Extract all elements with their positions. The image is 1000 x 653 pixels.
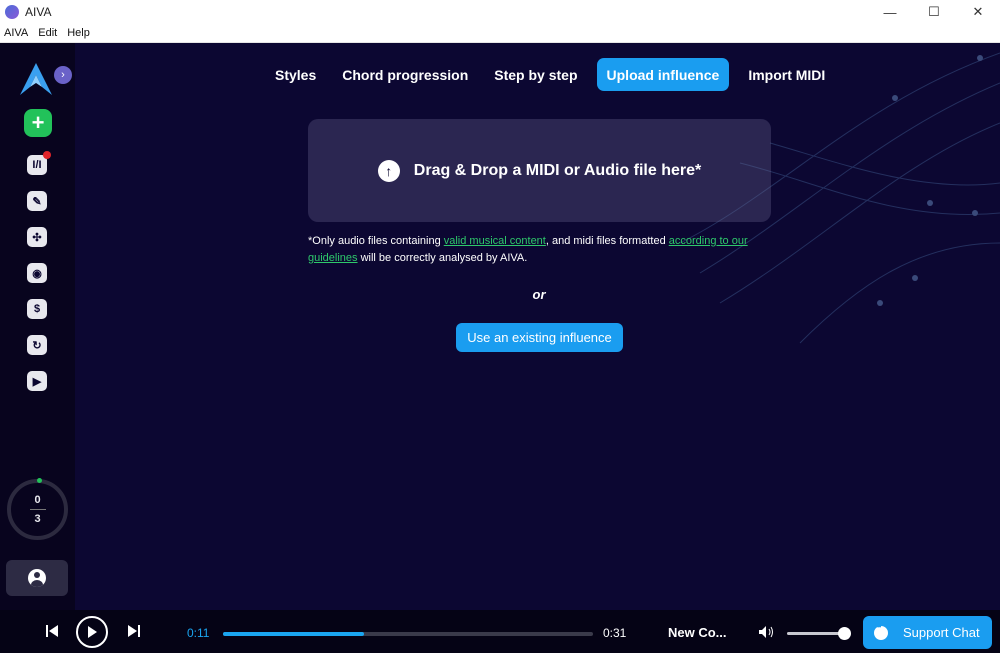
- dropzone-label: Drag & Drop a MIDI or Audio file here*: [413, 161, 702, 179]
- play-button[interactable]: [76, 616, 108, 648]
- menu-edit[interactable]: Edit: [33, 27, 62, 39]
- note-text-2: , and midi files formatted: [545, 235, 669, 247]
- pencil-icon[interactable]: ✎: [27, 191, 47, 211]
- sidebar: › + I/I ✎ ✣ ◉ $ ↻ ▶ 0 3: [0, 43, 75, 610]
- tab-styles[interactable]: Styles: [262, 58, 329, 91]
- valid-content-link[interactable]: valid musical content: [444, 235, 546, 247]
- app-logo-icon: [5, 5, 19, 19]
- fan-icon[interactable]: ✣: [27, 227, 47, 247]
- close-button[interactable]: ✕: [956, 0, 1000, 24]
- library-icon[interactable]: I/I: [27, 151, 51, 175]
- counter-divider: [29, 509, 46, 510]
- progress-fill: [223, 632, 364, 636]
- tab-step-by-step[interactable]: Step by step: [481, 58, 590, 91]
- dollar-icon[interactable]: $: [27, 299, 47, 319]
- minimize-button[interactable]: —: [868, 0, 912, 24]
- window-title: AIVA: [25, 5, 52, 19]
- counter-used: 0: [34, 494, 41, 506]
- notification-dot: [43, 151, 51, 159]
- window-controls: — ☐ ✕: [868, 0, 1000, 24]
- play-icon[interactable]: ▶: [27, 371, 47, 391]
- volume-icon[interactable]: [758, 625, 776, 639]
- upload-note: *Only audio files containing valid music…: [308, 233, 778, 267]
- title-bar: AIVA — ☐ ✕: [0, 0, 1000, 24]
- duration: 0:31: [603, 626, 627, 640]
- upload-arrow-icon: ↑: [377, 159, 400, 182]
- profile-button[interactable]: [6, 560, 68, 596]
- credits-counter: 0 3: [7, 478, 68, 540]
- current-time: 0:11: [187, 626, 210, 640]
- app-main: › + I/I ✎ ✣ ◉ $ ↻ ▶ 0 3 Styles Chord pro…: [0, 43, 1000, 610]
- aiva-logo-icon[interactable]: [16, 61, 56, 97]
- broadcast-icon[interactable]: ◉: [27, 263, 47, 283]
- menu-help[interactable]: Help: [62, 27, 95, 39]
- volume-slider[interactable]: [787, 632, 845, 635]
- use-existing-influence-button[interactable]: Use an existing influence: [456, 323, 623, 352]
- tab-bar: Styles Chord progression Step by step Up…: [262, 58, 838, 91]
- support-chat-label: Support Chat: [903, 625, 980, 640]
- or-separator: or: [532, 287, 546, 302]
- status-dot: [37, 478, 42, 483]
- progress-bar[interactable]: [223, 632, 593, 636]
- expand-sidebar-button[interactable]: ›: [54, 66, 72, 84]
- menu-bar: AIVA Edit Help: [0, 24, 1000, 43]
- menu-aiva[interactable]: AIVA: [0, 27, 33, 39]
- history-icon[interactable]: ↻: [27, 335, 47, 355]
- user-avatar-icon: [28, 569, 46, 587]
- counter-total: 3: [34, 513, 41, 525]
- note-text-1: *Only audio files containing: [308, 235, 444, 247]
- tab-upload-influence[interactable]: Upload influence: [596, 58, 730, 91]
- chat-bubble-icon: [874, 622, 888, 640]
- volume-knob[interactable]: [838, 627, 851, 640]
- next-track-icon[interactable]: [127, 624, 141, 638]
- previous-track-icon[interactable]: [45, 624, 59, 638]
- note-text-3: will be correctly analysed by AIVA.: [357, 252, 528, 264]
- track-name: New Co...: [668, 625, 727, 640]
- tab-import-midi[interactable]: Import MIDI: [735, 58, 838, 91]
- play-triangle-icon: [88, 626, 97, 638]
- player-bar: 0:11 0:31 New Co... Support Chat: [0, 610, 1000, 653]
- create-track-button[interactable]: +: [24, 109, 52, 137]
- maximize-button[interactable]: ☐: [912, 0, 956, 24]
- file-dropzone[interactable]: ↑ Drag & Drop a MIDI or Audio file here*: [308, 119, 771, 222]
- support-chat-button[interactable]: Support Chat: [863, 616, 992, 649]
- tab-chord-progression[interactable]: Chord progression: [329, 58, 481, 91]
